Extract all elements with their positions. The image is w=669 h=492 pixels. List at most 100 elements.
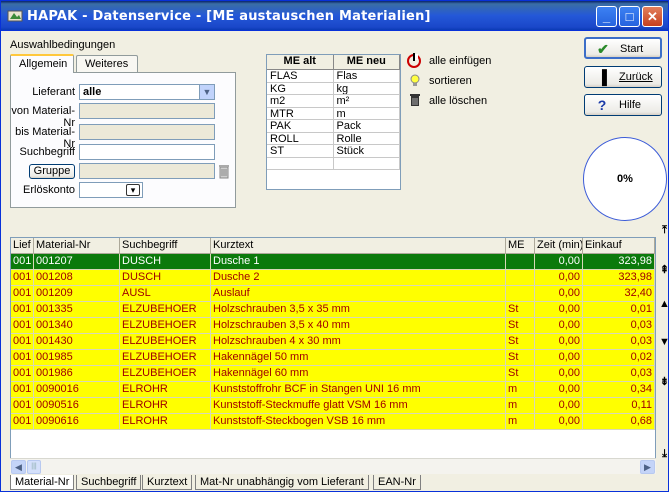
table-row[interactable]: 001 001208 DUSCH Dusche 2 0,00 323,98 [11,270,655,286]
tab-material-nr[interactable]: Material-Nr [10,475,75,490]
table-row[interactable]: 001 001985 ELZUBEHOER Hakennägel 50 mm St 0,0… [11,350,655,366]
minimize-button[interactable]: _ [596,6,617,27]
close-button[interactable]: ✕ [642,6,663,27]
me-alt-cell[interactable]: PAK [267,120,334,132]
table-row[interactable]: 001 001430 ELZUBEHOER Holzschrauben 4 x 30 … [11,334,655,350]
cell-zeit: 0,00 [535,414,583,430]
me-alt-cell[interactable]: m2 [267,95,334,107]
col-lief[interactable]: Lief [11,238,34,254]
sort-label: sortieren [429,75,472,87]
cell-such: ELROHR [120,382,211,398]
me-table-row[interactable]: FLAS Flas [267,70,400,83]
me-mapping-table[interactable]: ME alt ME neu FLAS Flas KG kg m2 m² MTR m PAK Pac… [266,54,401,190]
gruppe-field[interactable] [79,163,215,179]
me-table-row[interactable]: KG kg [267,82,400,95]
me-neu-cell[interactable]: Flas [334,70,400,82]
me-alt-cell[interactable]: KG [267,82,334,94]
cell-ek: 0,03 [583,334,655,350]
suchbegriff-field[interactable] [79,144,215,160]
erloeskonto-select[interactable]: ▾ [79,182,143,198]
scroll-right-icon[interactable]: ▶ [640,460,655,474]
table-row[interactable]: 001 0090616 ELROHR Kunststoff-Steckbogen VS… [11,414,655,430]
col-zeit[interactable]: Zeit (min) [535,238,583,254]
table-row[interactable]: 001 0090016 ELROHR Kunststoffrohr BCF in St… [11,382,655,398]
tab-mat-nr-unabhaengig[interactable]: Mat-Nr unabhängig vom Lieferant [195,475,369,490]
me-neu-cell[interactable]: Pack [334,120,400,132]
bis-material-field[interactable] [79,124,215,140]
gruppe-button[interactable]: Gruppe [29,164,75,179]
tab-kurztext[interactable]: Kurztext [142,475,193,490]
me-alt-header: ME alt [267,55,334,70]
von-material-field[interactable] [79,103,215,119]
me-neu-cell[interactable] [334,157,400,169]
me-table-row[interactable]: m2 m² [267,95,400,108]
tab-allgemein[interactable]: Allgemein [10,54,74,73]
me-neu-cell[interactable]: m² [334,95,400,107]
cell-kurz: Kunststoffrohr BCF in Stangen UNI 16 mm [211,382,506,398]
last-record-icon[interactable]: ⤓ [659,447,669,461]
record-down-icon[interactable]: ▼ [659,335,669,349]
me-alt-cell[interactable]: MTR [267,107,334,119]
cell-ek: 0,01 [583,302,655,318]
col-me[interactable]: ME [506,238,535,254]
table-row[interactable]: 001 001209 AUSL Auslauf 0,00 32,40 [11,286,655,302]
tab-ean-nr[interactable]: EAN-Nr [373,475,421,490]
cell-such: ELZUBEHOER [120,366,211,382]
chevron-down-icon[interactable]: ▼ [199,85,214,99]
col-material-nr[interactable]: Material-Nr [34,238,120,254]
me-alt-cell[interactable]: ST [267,145,334,157]
page-down-icon[interactable]: ⇟ [659,375,669,389]
insert-all-label: alle einfügen [429,55,492,67]
table-row[interactable]: 001 0090516 ELROHR Kunststoff-Steckmuffe gl… [11,398,655,414]
material-grid[interactable]: Lief Material-Nr Suchbegriff Kurztext ME… [10,237,656,474]
cell-zeit: 0,00 [535,382,583,398]
tab-weiteres[interactable]: Weiteres [76,55,138,73]
back-button[interactable]: ▐ Zurück [584,66,662,88]
selection-panel: Lieferant alle ▼ von Material-Nr bis Mat… [10,72,236,208]
help-label: Hilfe [619,99,642,111]
page-up-icon[interactable]: ⇞ [659,263,669,277]
table-row[interactable]: 001 001207 DUSCH Dusche 1 0,00 323,98 [11,254,655,270]
lieferant-select[interactable]: alle ▼ [79,84,215,100]
chevron-down-icon[interactable]: ▾ [126,184,140,196]
cell-such: ELZUBEHOER [120,318,211,334]
horizontal-scrollbar[interactable]: ◀ ||| ▶ [10,458,656,474]
first-record-icon[interactable]: ⤒ [659,223,669,237]
col-kurztext[interactable]: Kurztext [211,238,506,254]
cell-such: ELZUBEHOER [120,350,211,366]
table-row[interactable]: 001 001340 ELZUBEHOER Holzschrauben 3,5 x 4… [11,318,655,334]
cell-such: DUSCH [120,254,211,270]
me-alt-cell[interactable]: ROLL [267,132,334,144]
cell-kurz: Kunststoff-Steckmuffe glatt VSM 16 mm [211,398,506,414]
scroll-thumb[interactable]: ||| [27,460,41,474]
help-button[interactable]: ? Hilfe [584,94,662,116]
me-neu-cell[interactable]: m [334,107,400,119]
col-suchbegriff[interactable]: Suchbegriff [120,238,211,254]
me-neu-cell[interactable]: kg [334,82,400,94]
start-button[interactable]: ✔ Start [584,37,662,59]
table-row[interactable]: 001 001986 ELZUBEHOER Hakennägel 60 mm St 0,0… [11,366,655,382]
me-neu-cell[interactable]: Rolle [334,132,400,144]
lightbulb-icon [410,74,420,86]
me-alt-cell[interactable]: FLAS [267,70,334,82]
cell-lief: 001 [11,318,34,334]
record-up-icon[interactable]: ▲ [659,297,669,311]
cell-such: DUSCH [120,270,211,286]
cell-zeit: 0,00 [535,302,583,318]
me-table-row[interactable]: MTR m [267,107,400,120]
me-neu-cell[interactable]: Stück [334,145,400,157]
me-table-row[interactable] [267,157,400,170]
trash-icon[interactable] [218,163,230,179]
table-row[interactable]: 001 001335 ELZUBEHOER Holzschrauben 3,5 x 3… [11,302,655,318]
tab-suchbegriff[interactable]: Suchbegriff [76,475,142,490]
me-table-row[interactable]: PAK Pack [267,120,400,133]
me-table-row[interactable]: ST Stück [267,145,400,158]
col-einkauf[interactable]: Einkauf [583,238,655,254]
me-table-row[interactable]: ROLL Rolle [267,132,400,145]
cell-lief: 001 [11,334,34,350]
maximize-button[interactable]: □ [619,6,640,27]
me-alt-cell[interactable] [267,157,334,169]
cell-lief: 001 [11,398,34,414]
scroll-left-icon[interactable]: ◀ [11,460,26,474]
cell-kurz: Holzschrauben 4 x 30 mm [211,334,506,350]
